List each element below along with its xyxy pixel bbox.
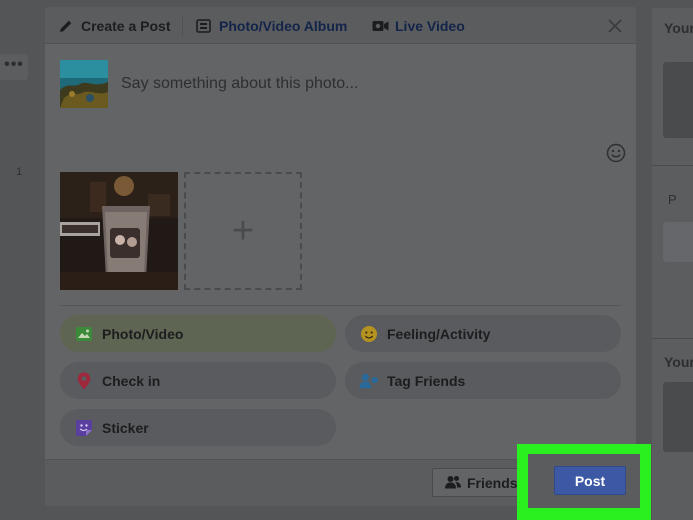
option-label: Tag Friends [387, 372, 466, 389]
option-label: Check in [102, 372, 161, 389]
divider [652, 165, 693, 166]
video-camera-icon [371, 17, 389, 35]
attached-photo[interactable] [60, 172, 178, 290]
tag-friends-icon [359, 371, 379, 391]
right-sidebar-card [663, 62, 693, 138]
tab-label: Photo/Video Album [219, 17, 348, 34]
add-photo-button[interactable]: + [184, 172, 302, 290]
plus-icon: + [231, 209, 255, 252]
more-options-button[interactable]: ••• [0, 54, 28, 80]
photo-icon [74, 324, 94, 344]
option-feeling-activity[interactable]: Feeling/Activity [345, 315, 621, 352]
emoji-button[interactable] [606, 143, 626, 163]
friends-icon [445, 475, 461, 491]
smiley-icon [606, 143, 626, 163]
user-avatar [60, 60, 108, 108]
tab-create-post[interactable]: Create a Post [57, 7, 170, 44]
background-number: 1 [16, 166, 23, 178]
option-sticker[interactable]: Sticker [60, 409, 336, 446]
tab-label: Live Video [395, 17, 465, 34]
tab-live-video[interactable]: Live Video [371, 7, 465, 44]
divider [652, 338, 693, 339]
tab-label: Create a Post [81, 17, 171, 34]
right-sidebar-title: Your [664, 20, 693, 36]
right-sidebar-text: P [668, 192, 677, 207]
tab-photo-video-album[interactable]: Photo/Video Album [195, 7, 347, 44]
close-button[interactable] [605, 16, 625, 36]
divider [182, 15, 183, 37]
close-icon [608, 19, 622, 33]
location-pin-icon [74, 371, 94, 391]
album-icon [195, 17, 213, 35]
option-label: Sticker [102, 419, 149, 436]
divider [60, 305, 621, 306]
feeling-icon [359, 324, 379, 344]
pencil-icon [57, 17, 75, 35]
option-photo-video[interactable]: Photo/Video [60, 315, 336, 352]
create-post-dialog: Create a Post Photo/Video Album Live Vid… [45, 7, 636, 506]
right-sidebar-card [663, 382, 693, 452]
post-button[interactable]: Post [554, 466, 626, 495]
option-label: Photo/Video [102, 325, 184, 342]
audience-label: Friends [467, 474, 518, 491]
option-label: Feeling/Activity [387, 325, 491, 342]
dialog-header: Create a Post Photo/Video Album Live Vid… [45, 7, 636, 44]
option-check-in[interactable]: Check in [60, 362, 336, 399]
right-sidebar-button [663, 222, 693, 262]
right-sidebar-title: Your [664, 354, 693, 370]
option-tag-friends[interactable]: Tag Friends [345, 362, 621, 399]
sticker-icon [74, 418, 94, 438]
post-text-input[interactable] [121, 71, 601, 97]
